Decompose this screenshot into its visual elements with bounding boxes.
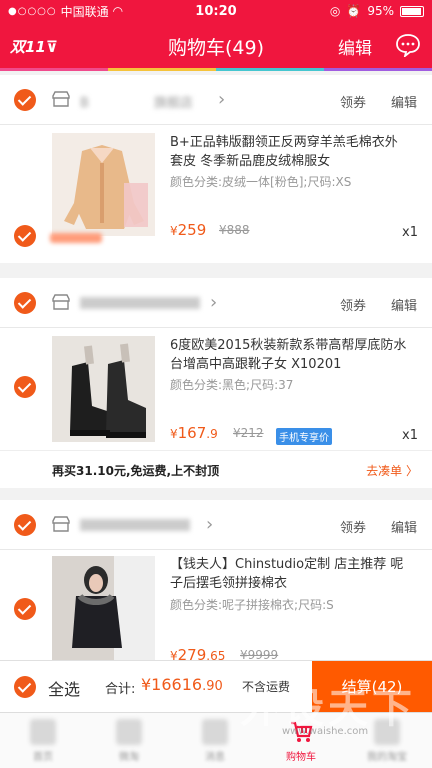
carrier-label: 中国联通	[60, 4, 109, 19]
item-select-checkbox[interactable]	[14, 598, 36, 620]
site-watermark-url: www.waishe.com	[282, 726, 369, 737]
chevron-right-icon[interactable]: ›	[218, 89, 225, 110]
select-all-checkbox[interactable]	[14, 676, 36, 698]
product-spec[interactable]: 颜色分类:黑色;尺码:37	[170, 376, 293, 393]
original-price: ¥9999	[240, 648, 279, 660]
shop-header: › 领券 编辑	[0, 500, 432, 550]
product-image[interactable]	[52, 133, 155, 236]
product-title[interactable]: B+正品韩版翻领正反两穿羊羔毛棉衣外套皮 冬季新品鹿皮绒棉服女	[170, 133, 410, 171]
product-image[interactable]	[52, 556, 155, 660]
status-bar: ●○○○○ 中国联通 ◠ 10:20 ◎ ⏰ 95%	[0, 0, 432, 22]
add-items-link[interactable]: 去凑单 〉	[366, 462, 418, 479]
shop-select-checkbox[interactable]	[14, 89, 36, 111]
wifi-icon: ◠	[112, 4, 124, 18]
quantity-label: x1	[402, 428, 418, 443]
total-amount: ¥16616.90	[141, 675, 223, 694]
shop-select-checkbox[interactable]	[14, 514, 36, 536]
shop-edit-button[interactable]: 编辑	[391, 517, 417, 536]
item-select-checkbox[interactable]	[14, 225, 36, 247]
product-price: ¥259	[170, 221, 207, 239]
shop-select-checkbox[interactable]	[14, 292, 36, 314]
coupon-button[interactable]: 领券	[340, 295, 366, 314]
original-price: ¥888	[219, 223, 250, 237]
status-time: 10:20	[195, 3, 237, 19]
mobile-price-badge: 手机专享价	[276, 428, 332, 445]
double-eleven-logo[interactable]: 双11⊽	[10, 36, 58, 57]
shop-name[interactable]	[80, 519, 190, 531]
total-label: 合计:	[105, 682, 136, 697]
battery-percent: 95%	[367, 4, 394, 18]
product-title[interactable]: 6度欧美2015秋装新款系带高帮厚底防水台增高中高跟靴子女 X10201	[170, 336, 410, 374]
free-shipping-promo: 再买31.10元,免运费,上不封顶 去凑单 〉	[0, 450, 432, 488]
product-spec[interactable]: 颜色分类:皮绒一体[粉色];尺码:XS	[170, 173, 351, 190]
shop-name[interactable]: B 旗舰店	[80, 92, 193, 111]
cart-item[interactable]: 【钱夫人】Chinstudio定制 店主推荐 呢子后摆毛领拼接棉衣 颜色分类:呢…	[0, 550, 432, 660]
product-image[interactable]	[52, 336, 155, 442]
select-all-label[interactable]: 全选	[48, 676, 80, 700]
item-select-checkbox[interactable]	[14, 376, 36, 398]
shop-header: B 旗舰店 › 领券 编辑	[0, 75, 432, 125]
chat-bubble-icon[interactable]	[395, 33, 421, 57]
store-icon	[52, 516, 70, 532]
chevron-right-icon[interactable]: ›	[210, 292, 217, 313]
weitao-icon	[116, 719, 142, 745]
product-spec[interactable]: 颜色分类:呢子拼接棉衣;尺码:S	[170, 596, 334, 613]
shop-name[interactable]	[80, 297, 200, 309]
store-icon	[52, 294, 70, 310]
product-price: ¥167.9	[170, 424, 218, 442]
lock-rotation-icon: ◎	[329, 4, 341, 18]
tab-cart-label: 购物车	[286, 752, 316, 763]
shop-card: B 旗舰店 › 领券 编辑 B+正品韩版翻领正反两穿羊羔毛棉衣外套皮 冬季新品鹿…	[0, 75, 432, 263]
battery-icon	[400, 5, 424, 17]
product-price: ¥279.65	[170, 646, 226, 660]
promo-text: 再买31.10元,免运费,上不封顶	[52, 464, 220, 478]
tab-weitao[interactable]: 微淘	[86, 713, 172, 768]
coupon-button[interactable]: 领券	[340, 92, 366, 111]
chevron-right-icon[interactable]: ›	[206, 514, 213, 535]
shop-card: › 领券 编辑 6度欧美2015秋装新款系带高帮厚底防水台增高中高跟靴子女 X1…	[0, 278, 432, 488]
store-icon	[52, 91, 70, 107]
festival-stripe	[0, 68, 432, 71]
redacted-tag	[50, 233, 102, 243]
shop-edit-button[interactable]: 编辑	[391, 295, 417, 314]
edit-cart-button[interactable]: 编辑	[338, 34, 372, 59]
cart-item[interactable]: 6度欧美2015秋装新款系带高帮厚底防水台增高中高跟靴子女 X10201 颜色分…	[0, 328, 432, 450]
home-icon	[30, 719, 56, 745]
signal-icon: ●○○○○	[8, 5, 57, 17]
tab-home[interactable]: 首页	[0, 713, 86, 768]
original-price: ¥212	[233, 426, 264, 440]
cart-item[interactable]: B+正品韩版翻领正反两穿羊羔毛棉衣外套皮 冬季新品鹿皮绒棉服女 颜色分类:皮绒一…	[0, 125, 432, 263]
coupon-button[interactable]: 领券	[340, 517, 366, 536]
shop-header: › 领券 编辑	[0, 278, 432, 328]
shop-card: › 领券 编辑 【钱夫人】Chinstudio定制 店主推荐 呢子后摆毛领拼接棉…	[0, 500, 432, 660]
nav-bar: 双11⊽ 购物车(49) 编辑	[0, 22, 432, 70]
shop-edit-button[interactable]: 编辑	[391, 92, 417, 111]
product-title[interactable]: 【钱夫人】Chinstudio定制 店主推荐 呢子后摆毛领拼接棉衣	[170, 555, 410, 593]
alarm-icon: ⏰	[346, 4, 362, 18]
quantity-label: x1	[402, 225, 418, 240]
message-icon	[202, 719, 228, 745]
